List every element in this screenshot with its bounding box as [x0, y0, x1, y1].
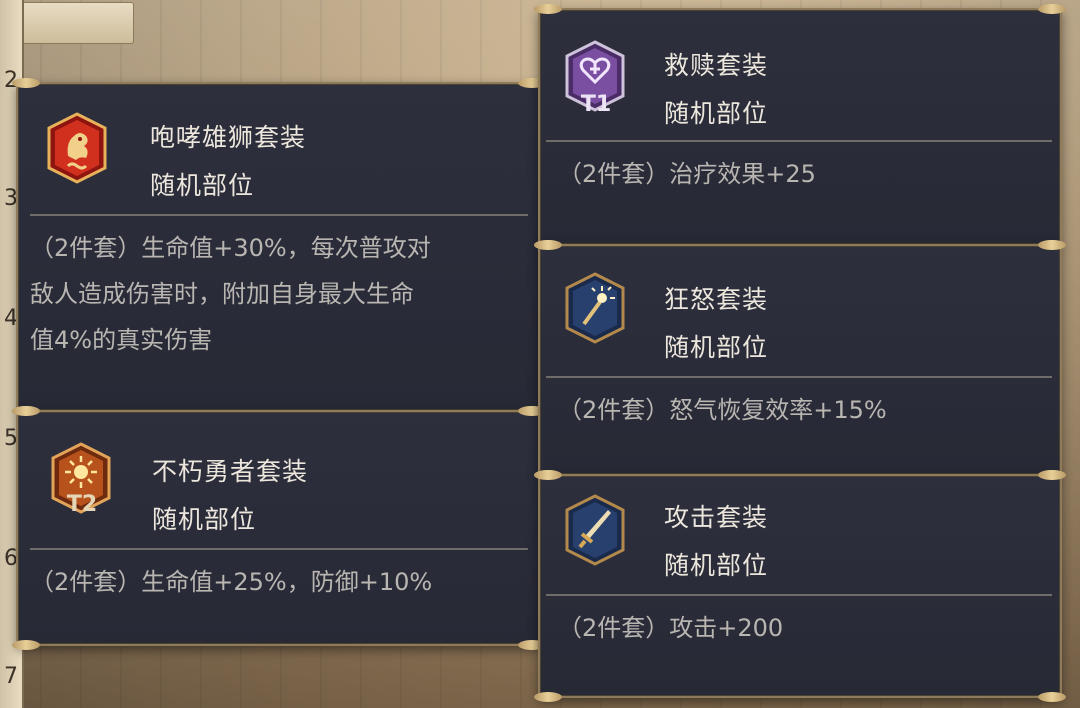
- staff-icon: [564, 272, 626, 344]
- divider: [546, 140, 1052, 142]
- set-effect-line: （2件套）攻击+200: [558, 614, 784, 642]
- set-slot: 随机部位: [152, 505, 257, 534]
- lion-icon: [46, 112, 108, 184]
- set-tooltip-fury: 狂怒套装 随机部位 （2件套）怒气恢复效率+15%: [534, 240, 1066, 480]
- set-slot: 随机部位: [664, 551, 769, 580]
- set-effect-line: （2件套）生命值+25%，防御+10%: [30, 568, 433, 596]
- set-tooltip-immortal-hero: T2 不朽勇者套装 随机部位 （2件套）生命值+25%，防御+10%: [12, 406, 546, 650]
- set-name: 救赎套装: [664, 51, 769, 80]
- set-slot: 随机部位: [664, 333, 769, 362]
- divider: [546, 376, 1052, 378]
- set-tooltip-attack: 攻击套装 随机部位 （2件套）攻击+200: [534, 470, 1066, 702]
- set-name: 不朽勇者套装: [152, 457, 309, 486]
- set-tooltip-roaring-lion: 咆哮雄狮套装 随机部位 （2件套）生命值+30%，每次普攻对 敌人造成伤害时，附…: [12, 78, 546, 416]
- set-name: 攻击套装: [664, 503, 769, 532]
- sword-icon: [564, 494, 626, 566]
- tier-badge: T2: [66, 492, 98, 517]
- set-effect-line: 值4%的真实伤害: [30, 326, 213, 354]
- set-effect-line: （2件套）生命值+30%，每次普攻对: [30, 234, 431, 262]
- divider: [546, 594, 1052, 596]
- set-effect-line: （2件套）怒气恢复效率+15%: [558, 396, 887, 424]
- divider: [30, 548, 528, 550]
- set-slot: 随机部位: [664, 99, 769, 128]
- set-effect-line: 敌人造成伤害时，附加自身最大生命: [30, 280, 414, 308]
- row-number: 7: [4, 664, 18, 689]
- divider: [30, 214, 528, 216]
- set-name: 狂怒套装: [664, 285, 769, 314]
- tier-badge: T1: [580, 92, 612, 117]
- set-effect-line: （2件套）治疗效果+25: [558, 160, 816, 188]
- set-name: 咆哮雄狮套装: [150, 123, 307, 152]
- set-slot: 随机部位: [150, 171, 255, 200]
- set-tooltip-redemption: T1 救赎套装 随机部位 （2件套）治疗效果+25: [534, 4, 1066, 250]
